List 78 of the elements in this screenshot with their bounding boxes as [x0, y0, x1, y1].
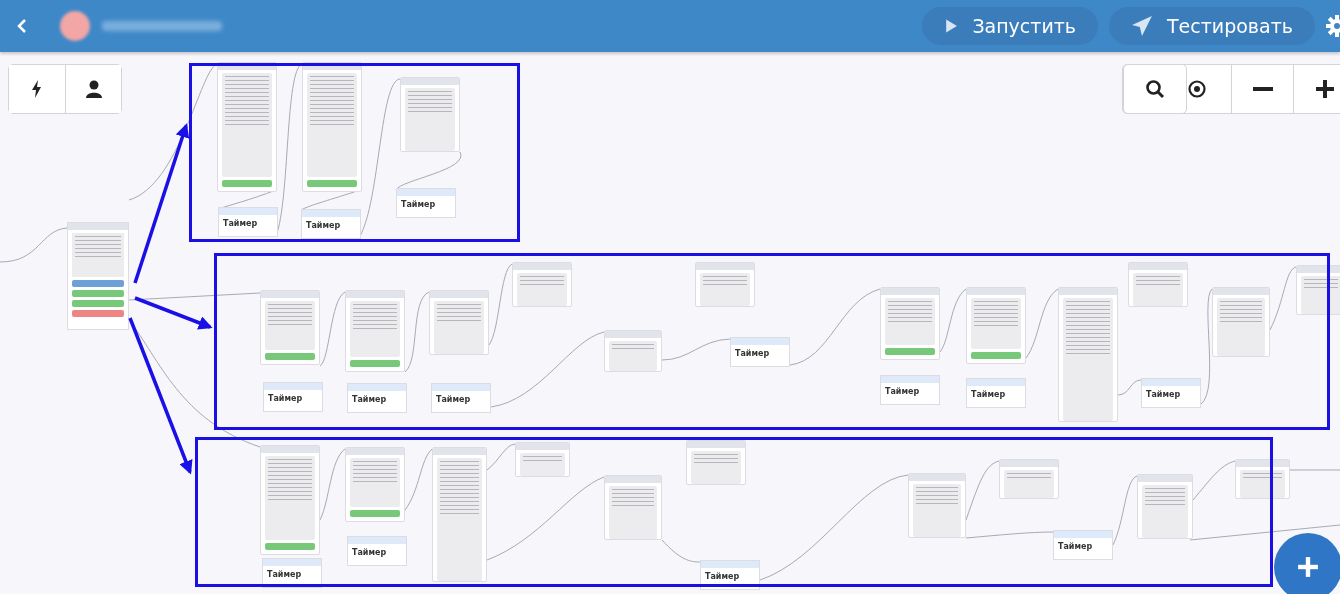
timer-title: Таймер: [885, 387, 921, 397]
message-node[interactable]: [432, 447, 487, 582]
connector-line: [1269, 266, 1297, 331]
message-node[interactable]: [1137, 474, 1193, 539]
message-node[interactable]: [604, 475, 662, 540]
connector-line: [1117, 379, 1142, 396]
connector-line: [661, 539, 701, 563]
timer-node[interactable]: Таймер: [431, 383, 491, 413]
message-node[interactable]: [695, 262, 755, 307]
timer-node[interactable]: Таймер: [301, 209, 361, 239]
connector-line: [1112, 475, 1138, 546]
message-node[interactable]: [515, 442, 570, 477]
test-button[interactable]: Тестировать: [1109, 7, 1315, 45]
user-icon: [83, 79, 104, 99]
message-node[interactable]: [345, 290, 405, 372]
message-node[interactable]: [604, 330, 662, 372]
timer-title: Таймер: [1058, 542, 1094, 552]
add-button[interactable]: [1274, 533, 1340, 594]
message-node[interactable]: [1212, 287, 1270, 357]
plus-icon: [1314, 79, 1335, 99]
message-node[interactable]: [345, 447, 405, 522]
plus-icon: [1297, 556, 1319, 578]
connector-line: [0, 227, 68, 263]
message-node[interactable]: [302, 62, 362, 192]
message-node[interactable]: [908, 473, 966, 538]
message-node[interactable]: [1128, 262, 1188, 307]
timer-node[interactable]: Таймер: [396, 188, 456, 218]
timer-node[interactable]: Таймер: [1053, 530, 1113, 560]
timer-node[interactable]: Таймер: [1141, 378, 1201, 408]
timer-title: Таймер: [352, 395, 388, 405]
avatar: [60, 11, 90, 41]
timer-title: Таймер: [735, 349, 771, 359]
message-node[interactable]: [429, 290, 489, 355]
timer-node[interactable]: Таймер: [218, 207, 278, 237]
timer-title: Таймер: [267, 570, 303, 580]
timer-title: Таймер: [971, 390, 1007, 400]
timer-title: Таймер: [223, 219, 259, 229]
timer-title: Таймер: [401, 200, 437, 210]
connector-line: [939, 288, 967, 353]
user-button[interactable]: [65, 65, 121, 113]
timer-node[interactable]: Таймер: [347, 536, 407, 566]
message-node[interactable]: [1235, 459, 1290, 499]
connector-line: [1192, 460, 1236, 501]
connector-line: [404, 448, 433, 511]
start-node[interactable]: [67, 222, 129, 330]
message-node[interactable]: [686, 440, 746, 485]
search-button[interactable]: [1123, 64, 1187, 114]
message-node[interactable]: [512, 262, 572, 307]
message-node[interactable]: [217, 62, 277, 192]
connector-line: [1025, 288, 1059, 359]
message-node[interactable]: [260, 445, 320, 555]
timer-title: Таймер: [352, 548, 388, 558]
timer-node[interactable]: Таймер: [966, 378, 1026, 408]
message-node[interactable]: [880, 287, 940, 360]
message-node[interactable]: [999, 459, 1059, 499]
timer-node[interactable]: Таймер: [263, 382, 323, 412]
timer-title: Таймер: [306, 221, 342, 231]
timer-title: Таймер: [436, 395, 472, 405]
message-node[interactable]: [260, 290, 320, 365]
timer-title: Таймер: [1146, 390, 1182, 400]
run-button[interactable]: Запустить: [922, 7, 1098, 45]
timer-node[interactable]: Таймер: [880, 375, 940, 405]
search-icon: [1145, 79, 1165, 99]
target-icon: [1187, 79, 1207, 99]
minus-icon: [1252, 87, 1273, 91]
message-node[interactable]: [966, 287, 1026, 364]
timer-title: Таймер: [268, 394, 304, 404]
paper-plane-icon: [1131, 15, 1153, 37]
timer-title: Таймер: [705, 572, 741, 582]
connector-line: [1289, 469, 1340, 471]
timer-node[interactable]: Таймер: [347, 383, 407, 413]
message-node[interactable]: [1296, 265, 1340, 315]
connector-line: [965, 460, 1000, 521]
connector-line: [486, 443, 516, 471]
message-node[interactable]: [400, 77, 460, 152]
connector-line: [661, 338, 731, 361]
timer-node[interactable]: Таймер: [730, 337, 790, 367]
message-node[interactable]: [1058, 287, 1118, 422]
